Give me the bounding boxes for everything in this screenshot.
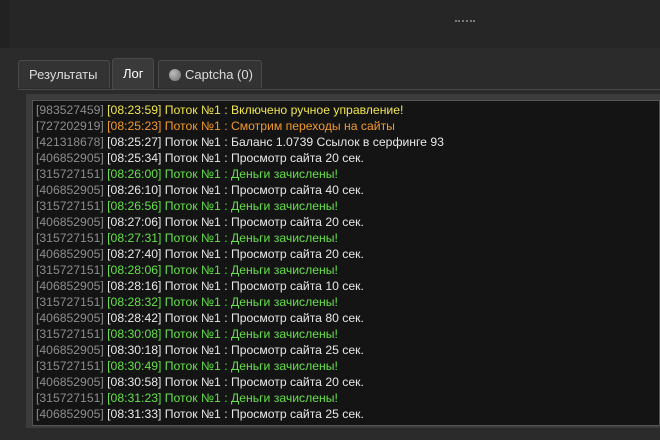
log-line: [315727151] [08:30:08] Поток №1 : Деньги… [33,326,659,342]
log-output[interactable]: [983527459] [08:23:59] Поток №1 : Включе… [32,100,660,426]
tab-log-label: Лог [123,66,144,81]
log-line-text: [08:26:10] Поток №1 : Просмотр сайта 40 … [107,183,364,197]
log-line: [315727151] [08:31:23] Поток №1 : Деньги… [33,390,659,406]
log-line-id: [315727151] [36,359,104,373]
tab-results-label: Результаты [29,67,98,82]
log-line-id: [315727151] [36,327,104,341]
log-line-text: [08:25:23] Поток №1 : Смотрим переходы н… [107,119,395,133]
log-line: [406852905] [08:28:42] Поток №1 : Просмо… [33,310,659,326]
log-line-id: [421318678] [36,135,104,149]
log-line: [406852905] [08:28:16] Поток №1 : Просмо… [33,278,659,294]
tab-bar: Результаты Лог Captcha (0) [18,56,660,90]
log-line-id: [727202919] [36,119,104,133]
log-line: [406852905] [08:27:40] Поток №1 : Просмо… [33,246,659,262]
log-line-id: [406852905] [36,407,104,421]
splitter-grip-icon[interactable] [455,20,475,26]
log-line: [421318678] [08:25:27] Поток №1 : Баланс… [33,134,659,150]
log-line-text: [08:28:42] Поток №1 : Просмотр сайта 80 … [107,311,364,325]
log-line-text: [08:27:31] Поток №1 : Деньги зачислены! [107,231,338,245]
log-line-id: [315727151] [36,263,104,277]
log-line-id: [406852905] [36,183,104,197]
log-line: [406852905] [08:27:06] Поток №1 : Просмо… [33,214,659,230]
log-line: [315727151] [08:27:31] Поток №1 : Деньги… [33,230,659,246]
log-line-id: [406852905] [36,215,104,229]
log-line-text: [08:27:06] Поток №1 : Просмотр сайта 20 … [107,215,364,229]
log-line-text: [08:26:56] Поток №1 : Деньги зачислены! [107,199,338,213]
log-line: [406852905] [08:30:58] Поток №1 : Просмо… [33,374,659,390]
top-toolbar [0,0,660,48]
captcha-status-icon [169,69,181,81]
log-line-id: [406852905] [36,247,104,261]
log-line: [406852905] [08:31:33] Поток №1 : Просмо… [33,406,659,422]
log-line-text: [08:27:40] Поток №1 : Просмотр сайта 20 … [107,247,364,261]
log-line-id: [315727151] [36,231,104,245]
log-line: [315727151] [08:26:56] Поток №1 : Деньги… [33,198,659,214]
log-line-text: [08:31:33] Поток №1 : Просмотр сайта 25 … [107,407,364,421]
tab-captcha[interactable]: Captcha (0) [158,60,262,88]
log-line: [315727151] [08:28:32] Поток №1 : Деньги… [33,294,659,310]
tab-captcha-label: Captcha (0) [185,67,253,82]
log-line-text: [08:28:16] Поток №1 : Просмотр сайта 10 … [107,279,364,293]
toolbar-edge [0,0,10,48]
log-line-id: [315727151] [36,199,104,213]
log-line-text: [08:30:18] Поток №1 : Просмотр сайта 25 … [107,343,364,357]
log-line-text: [08:28:32] Поток №1 : Деньги зачислены! [107,295,338,309]
log-line-text: [08:30:49] Поток №1 : Деньги зачислены! [107,359,338,373]
log-line: [315727151] [08:28:06] Поток №1 : Деньги… [33,262,659,278]
log-line-id: [406852905] [36,375,104,389]
tab-divider [18,89,660,90]
log-line: [727202919] [08:25:23] Поток №1 : Смотри… [33,118,659,134]
log-line-id: [983527459] [36,103,104,117]
log-line-id: [315727151] [36,295,104,309]
log-line: [406852905] [08:25:34] Поток №1 : Просмо… [33,150,659,166]
log-line-id: [406852905] [36,151,104,165]
tab-results[interactable]: Результаты [18,60,110,88]
log-line-text: [08:30:58] Поток №1 : Просмотр сайта 20 … [107,375,364,389]
log-line-id: [315727151] [36,167,104,181]
tab-log[interactable]: Лог [112,58,154,90]
log-line-id: [315727151] [36,391,104,405]
log-line-text: [08:23:59] Поток №1 : Включено ручное уп… [107,103,404,117]
log-line-id: [406852905] [36,343,104,357]
log-line-text: [08:25:27] Поток №1 : Баланс 1.0739 Ссыл… [107,135,444,149]
log-line-text: [08:28:06] Поток №1 : Деньги зачислены! [107,263,338,277]
log-line-text: [08:30:08] Поток №1 : Деньги зачислены! [107,327,338,341]
log-line-text: [08:31:23] Поток №1 : Деньги зачислены! [107,391,338,405]
log-line-id: [406852905] [36,279,104,293]
log-line: [406852905] [08:26:10] Поток №1 : Просмо… [33,182,659,198]
log-line-text: [08:25:34] Поток №1 : Просмотр сайта 20 … [107,151,364,165]
log-line-text: [08:26:00] Поток №1 : Деньги зачислены! [107,167,338,181]
log-line: [406852905] [08:30:18] Поток №1 : Просмо… [33,342,659,358]
log-line: [315727151] [08:26:00] Поток №1 : Деньги… [33,166,659,182]
log-line: [983527459] [08:23:59] Поток №1 : Включе… [33,102,659,118]
log-line: [315727151] [08:30:49] Поток №1 : Деньги… [33,358,659,374]
log-line-id: [406852905] [36,311,104,325]
